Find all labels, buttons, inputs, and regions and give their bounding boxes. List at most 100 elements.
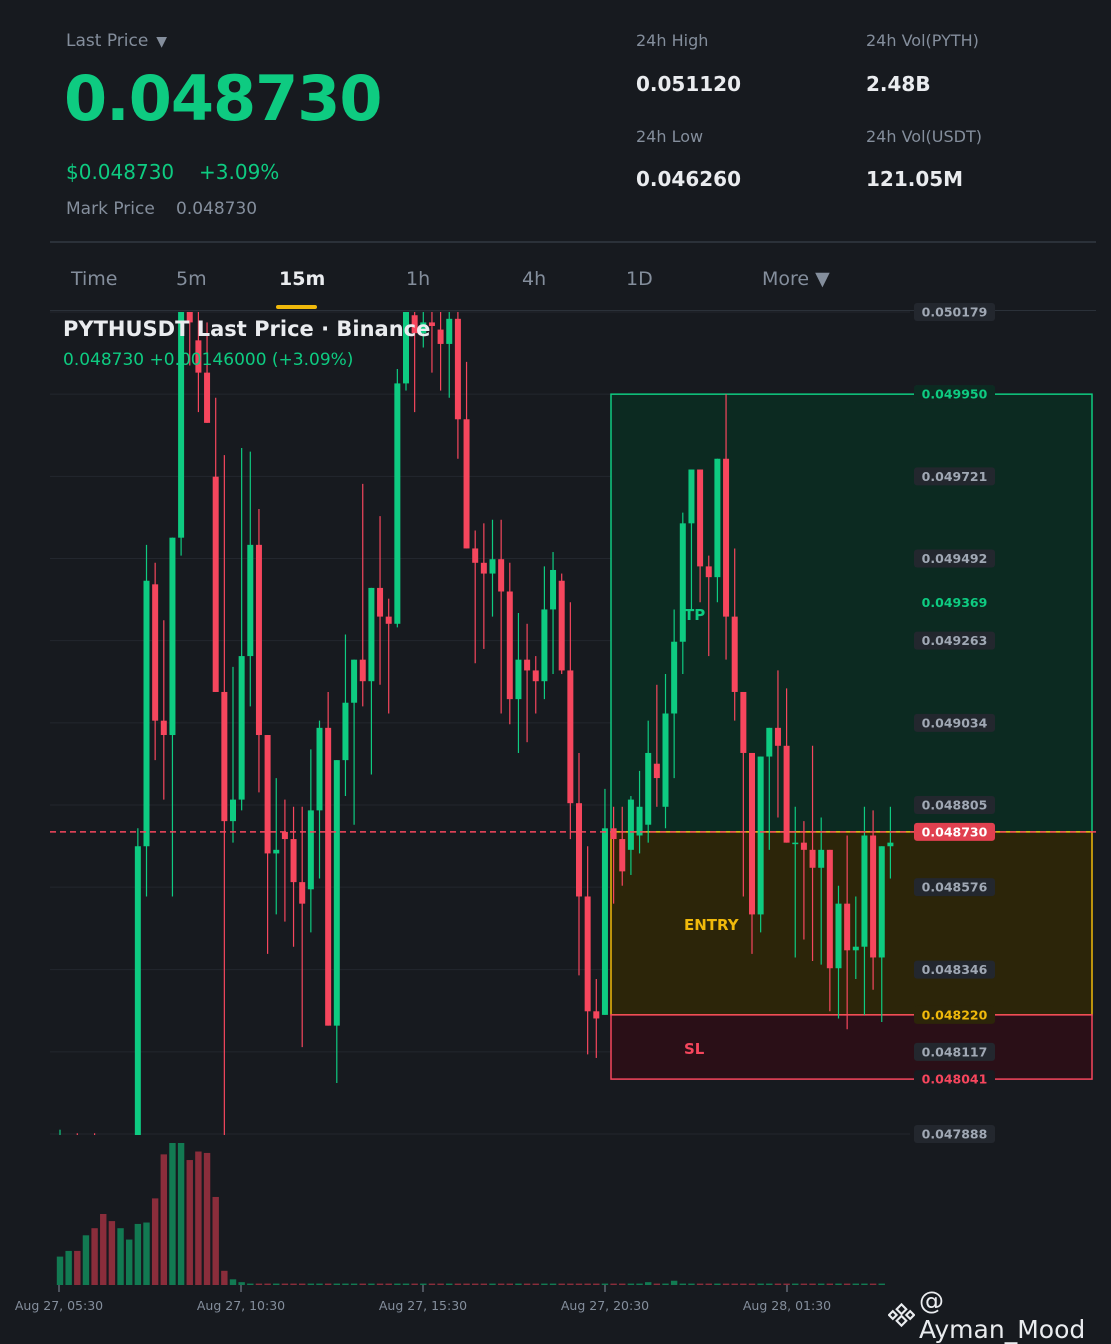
volume-bar xyxy=(852,1283,859,1285)
volume-bar xyxy=(731,1283,738,1285)
candle-body xyxy=(835,903,842,969)
volume-bar xyxy=(567,1283,574,1285)
volume-bar xyxy=(186,1160,193,1285)
candle-body xyxy=(385,616,392,624)
candle-body xyxy=(74,1140,80,1144)
candle-body xyxy=(723,458,730,617)
volume-bar xyxy=(878,1283,885,1285)
volume-bar xyxy=(826,1283,834,1285)
sl-label: SL xyxy=(684,1040,705,1058)
volume-bar xyxy=(636,1283,643,1285)
sl-price-label: 0.048041 xyxy=(922,1072,988,1087)
candle-body xyxy=(472,548,479,563)
candle-body xyxy=(316,727,323,811)
candle-body xyxy=(800,842,807,850)
candle-body xyxy=(230,799,236,822)
candle-body xyxy=(83,1140,89,1144)
candle-body xyxy=(489,559,496,574)
x-axis-tick-label: Aug 27, 05:30 xyxy=(15,1298,103,1313)
volume-bar xyxy=(601,1283,609,1285)
volume-bar xyxy=(143,1222,150,1285)
candle-body xyxy=(368,587,375,682)
candle-body xyxy=(126,1148,132,1152)
volume-bar xyxy=(549,1283,557,1285)
candle-body xyxy=(774,727,781,746)
volume-bar xyxy=(195,1151,202,1285)
candle-body xyxy=(757,756,764,915)
y-axis-tick-label: 0.047888 xyxy=(922,1127,988,1142)
volume-bar xyxy=(359,1283,366,1285)
volume-bar xyxy=(273,1283,280,1285)
volume-bar xyxy=(766,1283,773,1285)
candle-body xyxy=(550,569,557,610)
volume-bar xyxy=(437,1283,444,1285)
volume-bar xyxy=(126,1239,133,1285)
volume-bar xyxy=(307,1283,315,1285)
candle-body xyxy=(255,544,262,736)
candle-body xyxy=(679,523,686,642)
candle-body xyxy=(480,562,487,574)
volume-bar xyxy=(869,1283,877,1285)
price-chart[interactable]: TP ENTRY SL 0.050179 0.049950 0.049721 0.04949… xyxy=(0,0,1111,1328)
binance-logo-icon xyxy=(888,1302,915,1328)
volume-bar xyxy=(100,1214,107,1285)
candle-body xyxy=(394,383,401,624)
volume-bar xyxy=(714,1283,721,1285)
tp-mid-price-label: 0.049369 xyxy=(922,595,988,610)
entry-label: ENTRY xyxy=(684,916,740,934)
candle-body xyxy=(307,810,314,890)
volume-bar xyxy=(800,1283,808,1285)
candle-body xyxy=(705,566,712,578)
candle-body xyxy=(247,544,254,657)
volume-bar xyxy=(402,1283,410,1285)
volume-bar xyxy=(281,1283,289,1285)
y-axis-tick-label: 0.049492 xyxy=(922,551,988,566)
candle-body xyxy=(783,745,790,843)
volume-bar xyxy=(653,1283,661,1285)
candle-body xyxy=(273,849,280,854)
volume-bar xyxy=(792,1283,799,1285)
volume-bar xyxy=(108,1221,116,1285)
volume-bar xyxy=(342,1283,349,1285)
candle-body xyxy=(498,559,505,592)
y-axis-tick-label: 0.049263 xyxy=(922,633,988,648)
volume-bar xyxy=(722,1283,730,1285)
candle-body xyxy=(437,329,444,344)
volume-bar xyxy=(627,1283,635,1285)
candle-body xyxy=(299,882,306,904)
candle-body xyxy=(619,839,626,872)
volume-bar xyxy=(783,1283,790,1285)
volume-bar xyxy=(619,1283,626,1285)
candle-body xyxy=(601,828,608,1015)
candle-body xyxy=(870,835,877,958)
volume-bar xyxy=(56,1256,64,1285)
volume-bar xyxy=(91,1228,98,1285)
candle-body xyxy=(878,846,885,958)
volume-bar xyxy=(818,1283,825,1285)
volume-bar xyxy=(264,1283,271,1285)
candle-body xyxy=(351,659,358,703)
x-axis-tick-label: Aug 27, 10:30 xyxy=(197,1298,285,1313)
candle-body xyxy=(454,318,461,420)
volume-bar xyxy=(290,1283,297,1285)
volume-bar xyxy=(385,1283,392,1285)
candle-body xyxy=(593,1011,600,1019)
volume-bar xyxy=(350,1283,358,1285)
volume-bar xyxy=(82,1235,90,1285)
candle-body xyxy=(281,831,288,840)
candle-body xyxy=(524,659,531,671)
volume-bar xyxy=(160,1154,167,1285)
tp-label: TP xyxy=(684,606,705,624)
candle-body xyxy=(826,849,833,969)
candle-body xyxy=(610,828,617,840)
volume-bar xyxy=(177,1143,185,1285)
watermark: @ Ayman_Mood xyxy=(888,1286,1111,1344)
volume-bar xyxy=(584,1283,591,1285)
y-axis-tick-label: 0.048576 xyxy=(922,880,988,895)
candle-body xyxy=(688,469,695,524)
volume-bar xyxy=(688,1283,695,1285)
candle-body xyxy=(731,616,738,692)
candle-body xyxy=(333,760,340,1026)
candle-body xyxy=(740,691,747,753)
candle-body xyxy=(766,727,773,757)
